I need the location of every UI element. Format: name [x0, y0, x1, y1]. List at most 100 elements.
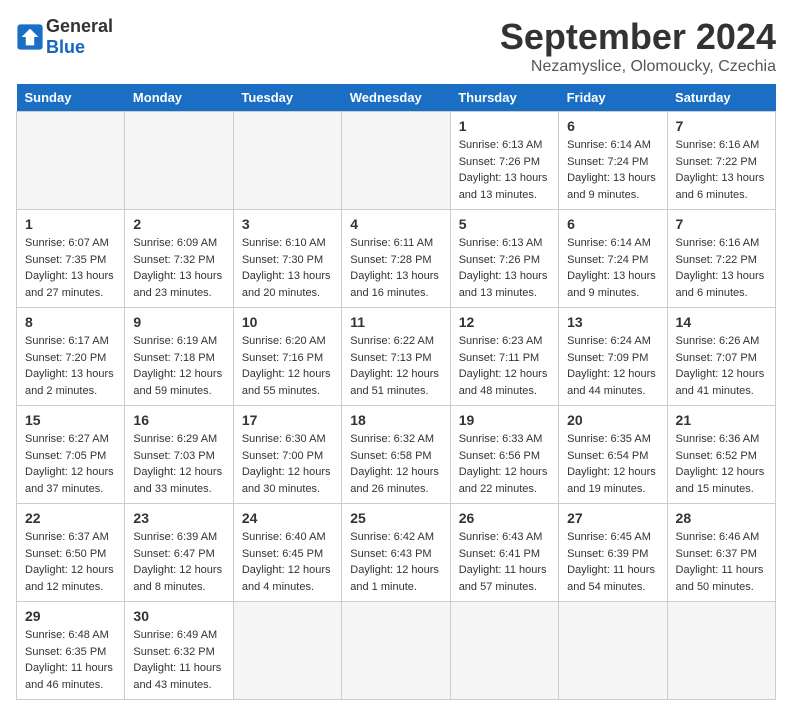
daylight-minutes: and 9 minutes.	[567, 189, 639, 201]
sunrise: Sunrise: 6:45 AM	[567, 531, 651, 543]
sunrise: Sunrise: 6:36 AM	[676, 433, 760, 445]
day-info: Sunrise: 6:29 AMSunset: 7:03 PMDaylight:…	[133, 431, 224, 497]
daylight-minutes: and 55 minutes.	[242, 385, 320, 397]
daylight-minutes: and 30 minutes.	[242, 483, 320, 495]
calendar-cell: 12 Sunrise: 6:23 AMSunset: 7:11 PMDayligh…	[450, 308, 558, 406]
sunset: Sunset: 7:24 PM	[567, 254, 648, 266]
daylight-hours: Daylight: 11 hours	[676, 564, 764, 576]
sunset: Sunset: 6:37 PM	[676, 548, 757, 560]
calendar-cell: 24Sunrise: 6:40 AMSunset: 6:45 PMDayligh…	[233, 504, 341, 602]
daylight-hours: Daylight: 12 hours	[459, 368, 548, 380]
daylight-minutes: and 2 minutes.	[25, 385, 97, 397]
calendar-cell: 17Sunrise: 6:30 AMSunset: 7:00 PMDayligh…	[233, 406, 341, 504]
daylight-hours: Daylight: 12 hours	[242, 368, 331, 380]
day-number: 4	[350, 216, 441, 232]
day-number: 1	[459, 118, 550, 134]
calendar-cell: 25Sunrise: 6:42 AMSunset: 6:43 PMDayligh…	[342, 504, 450, 602]
logo-general-text: General	[46, 16, 113, 36]
day-number: 7	[676, 216, 767, 232]
daylight-hours: Daylight: 13 hours	[242, 270, 331, 282]
sunset: Sunset: 6:47 PM	[133, 548, 214, 560]
daylight-hours: Daylight: 13 hours	[676, 270, 765, 282]
daylight-minutes: and 59 minutes.	[133, 385, 211, 397]
calendar-cell: 2 Sunrise: 6:09 AMSunset: 7:32 PMDaylight…	[125, 210, 233, 308]
daylight-minutes: and 43 minutes.	[133, 679, 211, 691]
day-number: 28	[676, 510, 767, 526]
calendar-cell: 10Sunrise: 6:20 AMSunset: 7:16 PMDayligh…	[233, 308, 341, 406]
daylight-hours: Daylight: 12 hours	[350, 564, 439, 576]
day-info: Sunrise: 6:40 AMSunset: 6:45 PMDaylight:…	[242, 529, 333, 595]
sunrise: Sunrise: 6:10 AM	[242, 237, 326, 249]
calendar-table: Sunday Monday Tuesday Wednesday Thursday…	[16, 84, 776, 700]
day-number: 10	[242, 314, 333, 330]
day-info: Sunrise: 6:22 AM Sunset: 7:13 PM Daylight:…	[350, 333, 441, 399]
sunrise: Sunrise: 6:09 AM	[133, 237, 217, 249]
calendar-cell: 8Sunrise: 6:17 AMSunset: 7:20 PMDaylight…	[17, 308, 125, 406]
sunrise: Sunrise: 6:24 AM	[567, 335, 651, 347]
sunset: Sunset: 7:24 PM	[567, 156, 648, 168]
day-info: Sunrise: 6:49 AMSunset: 6:32 PMDaylight:…	[133, 627, 224, 693]
sunset: Sunset: 7:13 PM	[350, 352, 431, 364]
day-info: Sunrise: 6:09 AMSunset: 7:32 PMDaylight:…	[133, 235, 224, 301]
col-monday: Monday	[125, 84, 233, 112]
calendar-cell	[667, 602, 775, 700]
day-info: Sunrise: 6:23 AMSunset: 7:11 PMDaylight:…	[459, 333, 550, 399]
col-sunday: Sunday	[17, 84, 125, 112]
daylight-minutes: and 51 minutes.	[350, 385, 428, 397]
day-info: Sunrise: 6:16 AMSunset: 7:22 PMDaylight:…	[676, 235, 767, 301]
daylight-hours: Daylight: 13 hours	[676, 172, 765, 184]
day-info: Sunrise: 6:26 AMSunset: 7:07 PMDaylight:…	[676, 333, 767, 399]
calendar-cell: 22Sunrise: 6:37 AMSunset: 6:50 PMDayligh…	[17, 504, 125, 602]
daylight-hours: Daylight: 12 hours	[25, 564, 114, 576]
sunset: Sunset: 6:39 PM	[567, 548, 648, 560]
day-number: 16	[133, 412, 224, 428]
calendar-cell	[233, 602, 341, 700]
sunrise: Sunrise: 6:33 AM	[459, 433, 543, 445]
calendar-cell	[342, 112, 450, 210]
daylight-minutes: and 22 minutes.	[459, 483, 537, 495]
location: Nezamyslice, Olomoucky, Czechia	[500, 58, 776, 76]
sunset: Sunset: 7:26 PM	[459, 254, 540, 266]
day-info: Sunrise: 6:43 AMSunset: 6:41 PMDaylight:…	[459, 529, 550, 595]
calendar-cell: 20Sunrise: 6:35 AMSunset: 6:54 PMDayligh…	[559, 406, 667, 504]
sunrise: Sunrise: 6:22 AM	[350, 335, 434, 347]
sunset: Sunset: 7:00 PM	[242, 450, 323, 462]
day-number: 11	[350, 314, 441, 330]
daylight-minutes: and 15 minutes.	[676, 483, 754, 495]
daylight-hours: Daylight: 13 hours	[567, 172, 656, 184]
day-number: 6	[567, 118, 658, 134]
day-number: 25	[350, 510, 441, 526]
sunset: Sunset: 6:45 PM	[242, 548, 323, 560]
daylight-hours: Daylight: 13 hours	[25, 368, 114, 380]
calendar-week-2: 8Sunrise: 6:17 AMSunset: 7:20 PMDaylight…	[17, 308, 776, 406]
daylight-minutes: and 6 minutes.	[676, 189, 748, 201]
sunset: Sunset: 7:18 PM	[133, 352, 214, 364]
col-wednesday: Wednesday	[342, 84, 450, 112]
sunrise: Sunrise: 6:20 AM	[242, 335, 326, 347]
daylight-minutes: and 1 minute.	[350, 581, 417, 593]
day-number: 12	[459, 314, 550, 330]
sunset: Sunset: 6:43 PM	[350, 548, 431, 560]
daylight-hours: Daylight: 12 hours	[350, 368, 439, 380]
day-info: Sunrise: 6:16 AMSunset: 7:22 PMDaylight:…	[676, 137, 767, 203]
calendar-cell: 5Sunrise: 6:13 AMSunset: 7:26 PMDaylight…	[450, 210, 558, 308]
calendar-cell	[233, 112, 341, 210]
calendar-cell	[342, 602, 450, 700]
day-info: Sunrise: 6:14 AMSunset: 7:24 PMDaylight:…	[567, 235, 658, 301]
logo-icon	[16, 23, 44, 51]
daylight-minutes: and 27 minutes.	[25, 287, 103, 299]
calendar-week-1: 1Sunrise: 6:07 AMSunset: 7:35 PMDaylight…	[17, 210, 776, 308]
day-number: 2	[133, 216, 224, 232]
day-number: 23	[133, 510, 224, 526]
sunset: Sunset: 7:11 PM	[459, 352, 540, 364]
daylight-hours: Daylight: 11 hours	[459, 564, 547, 576]
sunset: Sunset: 7:35 PM	[25, 254, 106, 266]
calendar-cell: 1Sunrise: 6:07 AMSunset: 7:35 PMDaylight…	[17, 210, 125, 308]
daylight-hours: Daylight: 12 hours	[242, 466, 331, 478]
sunrise: Sunrise: 6:43 AM	[459, 531, 543, 543]
daylight-minutes: and 37 minutes.	[25, 483, 103, 495]
daylight-minutes: and 57 minutes.	[459, 581, 537, 593]
sunrise: Sunrise: 6:13 AM	[459, 237, 543, 249]
sunrise: Sunrise: 6:07 AM	[25, 237, 109, 249]
sunset: Sunset: 6:50 PM	[25, 548, 106, 560]
